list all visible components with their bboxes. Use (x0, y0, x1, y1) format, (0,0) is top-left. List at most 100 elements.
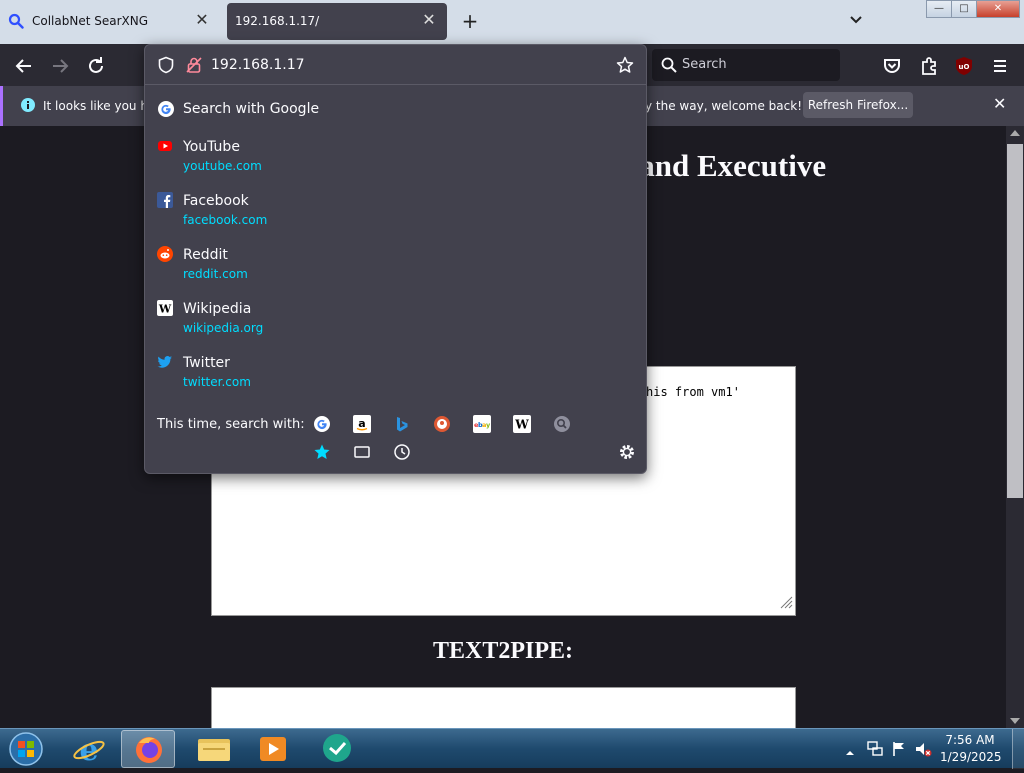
search-input[interactable]: Search (652, 49, 840, 81)
ebay-icon[interactable]: ebay (473, 415, 491, 433)
suggestion-youtube[interactable]: YouTube youtube.com (149, 129, 643, 183)
vertical-scrollbar[interactable] (1006, 126, 1024, 728)
firefox-icon[interactable] (121, 730, 175, 768)
suggestion-url: twitter.com (183, 375, 251, 389)
amazon-icon[interactable]: a (353, 415, 371, 433)
suggestion-title: Wikipedia (183, 301, 252, 317)
ublock-origin-icon[interactable]: uO (952, 54, 976, 78)
start-button-icon[interactable] (6, 731, 46, 767)
clock-time[interactable]: 7:56 AM (940, 733, 1000, 747)
suggestion-title: YouTube (183, 139, 240, 155)
textarea-content: his from vm1' (646, 385, 740, 399)
svg-text:uO: uO (959, 63, 970, 71)
scroll-down-arrow-icon[interactable] (1010, 718, 1020, 724)
searxng-icon[interactable] (553, 415, 571, 433)
suggestion-url: youtube.com (183, 159, 262, 173)
tab-searxng[interactable]: CollabNet SearXNG ✕ (0, 3, 220, 40)
minimize-button[interactable]: — (926, 0, 952, 18)
clock-date[interactable]: 1/29/2025 (940, 750, 1002, 764)
twitter-icon (157, 354, 173, 374)
suggestion-url: wikipedia.org (183, 321, 264, 335)
info-icon (20, 97, 36, 117)
close-window-button[interactable]: ✕ (976, 0, 1020, 18)
one-off-label: This time, search with: (157, 417, 305, 432)
suggestion-wikipedia[interactable]: W Wikipedia wikipedia.org (149, 291, 643, 345)
search-icon (661, 57, 677, 73)
tab-current[interactable]: 192.168.1.17/ ✕ (227, 3, 447, 40)
one-off-search-row: This time, search with: a ebay W (145, 405, 646, 475)
action-center-flag-icon[interactable] (890, 740, 908, 762)
back-arrow-icon[interactable] (12, 54, 36, 78)
notification-text: It looks like you ha (43, 99, 156, 113)
show-desktop-button[interactable] (1012, 729, 1024, 769)
searxng-favicon-icon (8, 13, 24, 33)
scroll-thumb[interactable] (1007, 144, 1023, 498)
tab-title: CollabNet SearXNG (32, 14, 149, 28)
url-value: 192.168.1.17 (211, 57, 305, 73)
svg-text:W: W (514, 418, 529, 432)
youtube-icon (157, 138, 173, 158)
reddit-icon (157, 246, 173, 266)
chat-app-icon[interactable] (310, 730, 364, 768)
search-with-google-row[interactable]: Search with Google (149, 95, 643, 123)
svg-text:a: a (358, 417, 365, 430)
file-explorer-icon[interactable] (187, 730, 241, 768)
bookmarks-star-icon[interactable] (313, 443, 331, 461)
svg-text:e: e (79, 733, 98, 768)
tracking-protection-shield-icon[interactable] (157, 56, 175, 78)
facebook-icon (157, 192, 173, 212)
maximize-button[interactable]: □ (951, 0, 977, 18)
urlbar-dropdown: 192.168.1.17 Search with Google YouTube … (144, 44, 647, 474)
extensions-puzzle-icon[interactable] (917, 54, 941, 78)
suggestion-facebook[interactable]: Facebook facebook.com (149, 183, 643, 237)
suggestion-twitter[interactable]: Twitter twitter.com (149, 345, 643, 399)
insecure-lock-icon[interactable] (185, 56, 203, 78)
text2pipe-heading: TEXT2PIPE: (432, 638, 573, 664)
windows-taskbar: e 7:56 AM 1/29/2025 (0, 728, 1024, 769)
url-input[interactable]: 192.168.1.17 (145, 45, 646, 85)
tabs-icon[interactable] (353, 443, 371, 461)
suggestion-title: Twitter (183, 355, 230, 371)
window-controls: — □ ✕ (926, 0, 1020, 18)
duckduckgo-icon[interactable] (433, 415, 451, 433)
resize-grip-icon[interactable] (779, 594, 793, 613)
system-tray: 7:56 AM 1/29/2025 (840, 729, 1024, 769)
scroll-up-arrow-icon[interactable] (1010, 130, 1020, 136)
new-tab-button[interactable]: + (458, 10, 482, 34)
close-tab-icon[interactable]: ✕ (419, 10, 439, 30)
tab-title: 192.168.1.17/ (235, 14, 320, 28)
google-icon[interactable] (313, 415, 331, 433)
google-icon (157, 100, 175, 122)
close-tab-icon[interactable]: ✕ (192, 10, 212, 30)
suggestion-url: reddit.com (183, 267, 248, 281)
tab-list-chevron-down-icon[interactable] (848, 12, 864, 32)
tab-strip: CollabNet SearXNG ✕ 192.168.1.17/ ✕ + — … (0, 0, 1024, 44)
suggestion-url: facebook.com (183, 213, 268, 227)
wikipedia-icon[interactable]: W (513, 415, 531, 433)
media-player-icon[interactable] (246, 730, 300, 768)
bookmark-star-icon[interactable] (616, 56, 634, 78)
suggestion-reddit[interactable]: Reddit reddit.com (149, 237, 643, 291)
volume-muted-icon[interactable] (914, 740, 932, 762)
bing-icon[interactable] (393, 415, 411, 433)
search-placeholder: Search (682, 57, 727, 72)
notification-text-end: y the way, welcome back! (645, 99, 803, 113)
page-heading: nand Executive (622, 148, 827, 183)
wikipedia-icon: W (157, 300, 173, 320)
suggestion-title: Facebook (183, 193, 249, 209)
search-with-google-label: Search with Google (183, 101, 320, 117)
forward-arrow-icon[interactable] (48, 54, 72, 78)
history-clock-icon[interactable] (393, 443, 411, 461)
reload-icon[interactable] (84, 54, 108, 78)
hamburger-menu-icon[interactable] (988, 54, 1012, 78)
refresh-firefox-button[interactable]: Refresh Firefox... (803, 92, 913, 118)
pocket-icon[interactable] (880, 54, 904, 78)
network-icon[interactable] (866, 740, 884, 762)
show-hidden-icons-arrow-icon[interactable] (845, 743, 855, 762)
suggestion-title: Reddit (183, 247, 228, 263)
svg-text:W: W (158, 303, 172, 316)
text2pipe-textarea[interactable] (211, 687, 796, 728)
search-settings-gear-icon[interactable] (618, 443, 636, 465)
close-notification-icon[interactable]: ✕ (993, 94, 1006, 113)
internet-explorer-icon[interactable]: e (62, 730, 116, 768)
